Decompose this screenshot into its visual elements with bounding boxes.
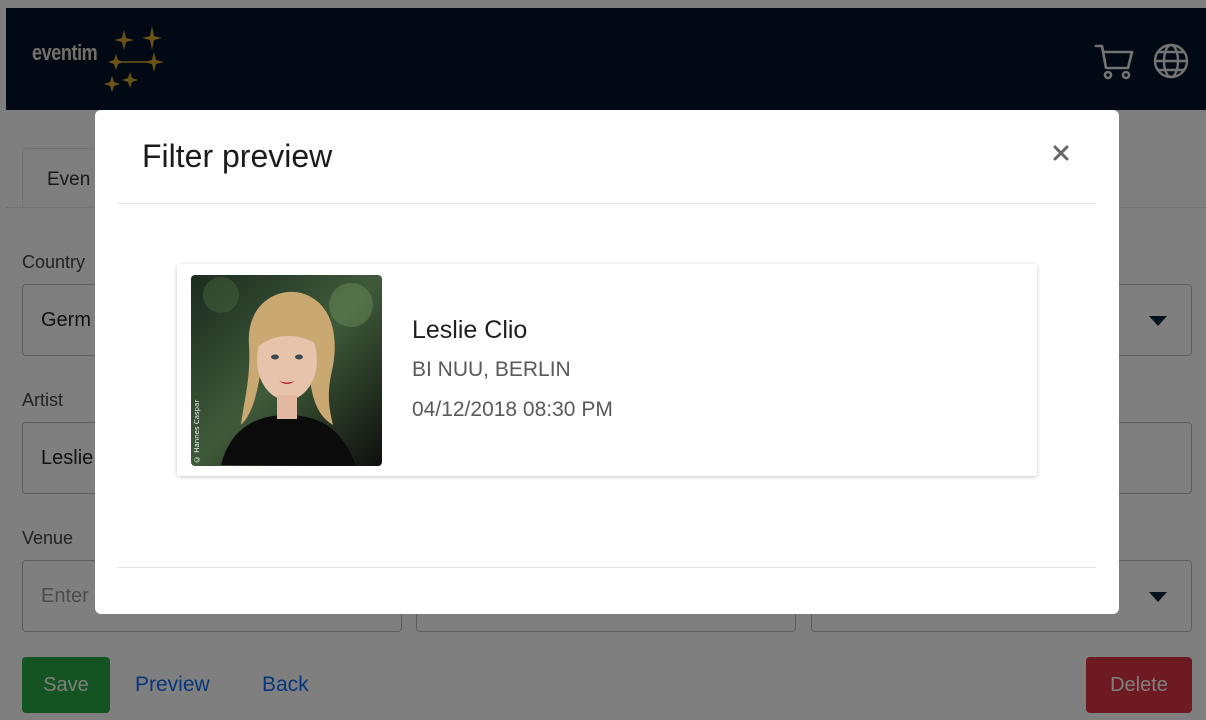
modal-header-divider — [117, 203, 1096, 204]
filter-preview-modal: Filter preview © Hannes Caspar Leslie Cl… — [95, 110, 1119, 614]
modal-footer-divider — [117, 567, 1096, 568]
artist-photo: © Hannes Caspar — [191, 275, 382, 466]
event-card[interactable]: © Hannes Caspar Leslie Clio BI NUU, BERL… — [177, 264, 1037, 476]
artist-portrait-image — [191, 275, 382, 466]
modal-title: Filter preview — [142, 138, 333, 174]
photo-credit: © Hannes Caspar — [193, 399, 201, 463]
close-icon[interactable] — [1052, 144, 1070, 162]
event-venue: BI NUU, BERLIN — [412, 358, 571, 381]
event-datetime: 04/12/2018 08:30 PM — [412, 398, 613, 421]
event-artist-name: Leslie Clio — [412, 316, 528, 344]
